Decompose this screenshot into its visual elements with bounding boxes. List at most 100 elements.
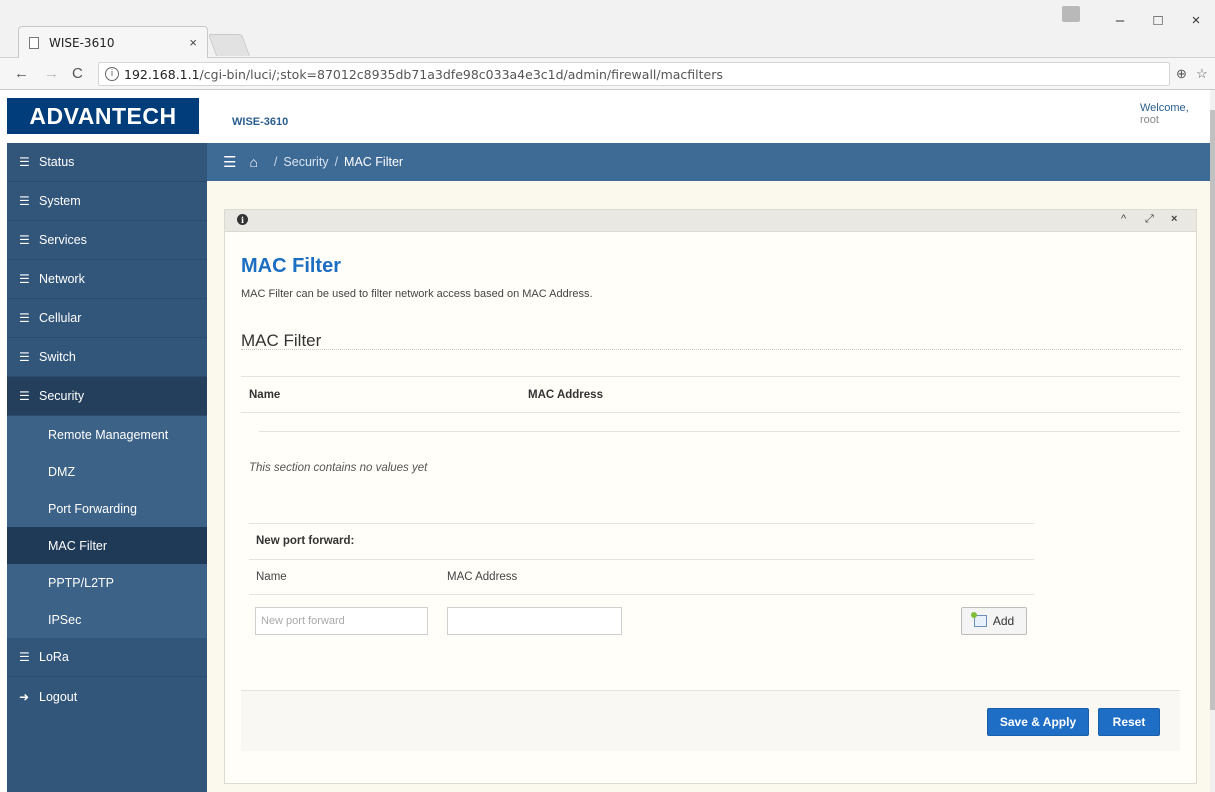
logout-icon: ➜ <box>19 689 30 704</box>
list-icon: ☰ <box>19 311 30 325</box>
table-divider <box>241 412 1180 413</box>
list-icon: ☰ <box>19 272 30 286</box>
product-name: WISE-3610 <box>232 116 289 128</box>
sidebar-item-lora[interactable]: ☰ LoRa <box>7 638 207 677</box>
breadcrumb-current: MAC Filter <box>344 155 404 169</box>
advantech-logo: ADVANTECH <box>7 98 199 134</box>
sidebar-item-label: Logout <box>39 689 78 704</box>
add-button[interactable]: Add <box>961 607 1027 635</box>
panel-header: i ^ ⤢ × <box>225 210 1196 232</box>
url-host: 192.168.1.1 <box>124 66 200 82</box>
url-input[interactable]: i 192.168.1.1 /cgi-bin/luci/;stok=87012c… <box>98 62 1170 86</box>
list-icon: ☰ <box>19 650 30 664</box>
new-tab-button[interactable] <box>207 34 251 56</box>
sidebar-item-label: Network <box>39 272 85 286</box>
list-icon: ☰ <box>19 389 30 403</box>
new-name-input[interactable] <box>255 607 428 635</box>
sidebar-item-cellular[interactable]: ☰ Cellular <box>7 299 207 338</box>
bookmark-star-icon[interactable]: ☆ <box>1196 66 1208 82</box>
maximize-button[interactable]: □ <box>1148 8 1168 32</box>
tab-close-icon[interactable]: × <box>189 35 197 50</box>
sidebar-item-label: Security <box>39 389 85 403</box>
save-apply-button[interactable]: Save & Apply <box>987 708 1089 736</box>
section-divider <box>241 349 1181 350</box>
breadcrumb-security[interactable]: Security <box>283 155 328 169</box>
column-header-mac: MAC Address <box>528 389 603 401</box>
sidebar-subitem-port-forwarding[interactable]: Port Forwarding <box>7 490 207 527</box>
forward-icon[interactable]: → <box>44 65 59 82</box>
app-header: ADVANTECH WISE-3610 Welcome, root <box>0 90 1215 143</box>
section-title: MAC Filter <box>241 331 322 350</box>
address-bar-row: ← → C i 192.168.1.1 /cgi-bin/luci/;stok=… <box>0 58 1215 90</box>
page-icon <box>29 36 39 49</box>
mac-filter-panel: i ^ ⤢ × MAC Filter MAC Filter can be use… <box>224 209 1197 784</box>
tab-strip: WISE-3610 × – □ × <box>0 0 1215 58</box>
sidebar: ☰ Status ☰ System ☰ Services ☰ Network ☰ Cell… <box>7 143 207 792</box>
list-icon: ☰ <box>19 350 30 364</box>
page-scrollbar[interactable] <box>1210 90 1215 792</box>
menu-toggle-icon[interactable]: ☰ <box>223 153 236 171</box>
welcome-text: Welcome, root <box>1140 102 1189 126</box>
table-divider <box>241 376 1180 377</box>
page-description: MAC Filter can be used to filter network… <box>241 288 593 300</box>
new-entry-divider <box>249 559 1034 560</box>
sidebar-subitem-pptp-l2tp[interactable]: PPTP/L2TP <box>7 564 207 601</box>
site-info-icon[interactable]: i <box>105 67 119 81</box>
back-icon[interactable]: ← <box>14 65 29 82</box>
sidebar-subitem-remote-management[interactable]: Remote Management <box>7 416 207 453</box>
column-header-name: Name <box>249 389 281 401</box>
sidebar-item-logout[interactable]: ➜ Logout <box>7 677 207 716</box>
sidebar-subitem-mac-filter[interactable]: MAC Filter <box>7 527 207 564</box>
sidebar-item-label: Cellular <box>39 311 82 325</box>
minimize-button[interactable]: – <box>1110 8 1130 32</box>
translate-icon[interactable]: ⊕ <box>1176 66 1187 82</box>
list-icon: ☰ <box>19 155 30 169</box>
table-divider <box>259 431 1180 432</box>
reload-icon[interactable]: C <box>72 65 83 82</box>
new-mac-input[interactable] <box>447 607 622 635</box>
username: root <box>1140 114 1159 126</box>
profile-icon[interactable] <box>1062 6 1080 22</box>
new-entry-name-label: Name <box>256 571 287 583</box>
sidebar-item-system[interactable]: ☰ System <box>7 182 207 221</box>
breadcrumb-separator: / <box>273 155 278 169</box>
sidebar-item-label: Services <box>39 233 87 247</box>
breadcrumb-separator: / <box>334 155 339 169</box>
expand-icon[interactable]: ⤢ <box>1145 213 1154 226</box>
sidebar-item-security[interactable]: ☰ Security <box>7 377 207 416</box>
sidebar-item-label: LoRa <box>39 650 69 664</box>
url-path: /cgi-bin/luci/;stok=87012c8935db71a3dfe9… <box>199 66 723 82</box>
sidebar-item-services[interactable]: ☰ Services <box>7 221 207 260</box>
home-icon[interactable]: ⌂ <box>249 154 257 170</box>
close-icon[interactable]: × <box>1171 213 1177 225</box>
welcome-label: Welcome, <box>1140 102 1189 114</box>
new-entry-divider <box>249 523 1034 524</box>
new-entry-heading: New port forward: <box>256 535 355 547</box>
sidebar-item-switch[interactable]: ☰ Switch <box>7 338 207 377</box>
new-entry-mac-label: MAC Address <box>447 571 518 583</box>
close-window-button[interactable]: × <box>1186 8 1206 32</box>
page-title: MAC Filter <box>241 255 341 277</box>
info-icon: i <box>237 214 248 225</box>
sidebar-item-status[interactable]: ☰ Status <box>7 143 207 182</box>
list-icon: ☰ <box>19 194 30 208</box>
browser-chrome: WISE-3610 × – □ × ← → C i 192.168.1.1 /c… <box>0 0 1215 90</box>
add-icon <box>970 612 987 627</box>
new-entry-divider <box>249 594 1034 595</box>
sidebar-item-label: Status <box>39 155 75 169</box>
scrollbar-thumb[interactable] <box>1210 110 1215 710</box>
empty-table-message: This section contains no values yet <box>249 462 428 474</box>
list-icon: ☰ <box>19 233 30 247</box>
sidebar-item-label: System <box>39 194 81 208</box>
sidebar-subitem-ipsec[interactable]: IPSec <box>7 601 207 638</box>
browser-tab[interactable]: WISE-3610 × <box>18 26 208 58</box>
reset-button[interactable]: Reset <box>1098 708 1160 736</box>
collapse-icon[interactable]: ^ <box>1121 213 1126 225</box>
sidebar-item-label: Switch <box>39 350 76 364</box>
tab-title: WISE-3610 <box>49 35 115 50</box>
security-submenu: Remote Management DMZ Port Forwarding MA… <box>7 416 207 638</box>
sidebar-subitem-dmz[interactable]: DMZ <box>7 453 207 490</box>
sidebar-item-network[interactable]: ☰ Network <box>7 260 207 299</box>
add-button-label: Add <box>992 614 1015 628</box>
breadcrumb: ☰ ⌂ / Security / MAC Filter <box>207 143 1210 181</box>
